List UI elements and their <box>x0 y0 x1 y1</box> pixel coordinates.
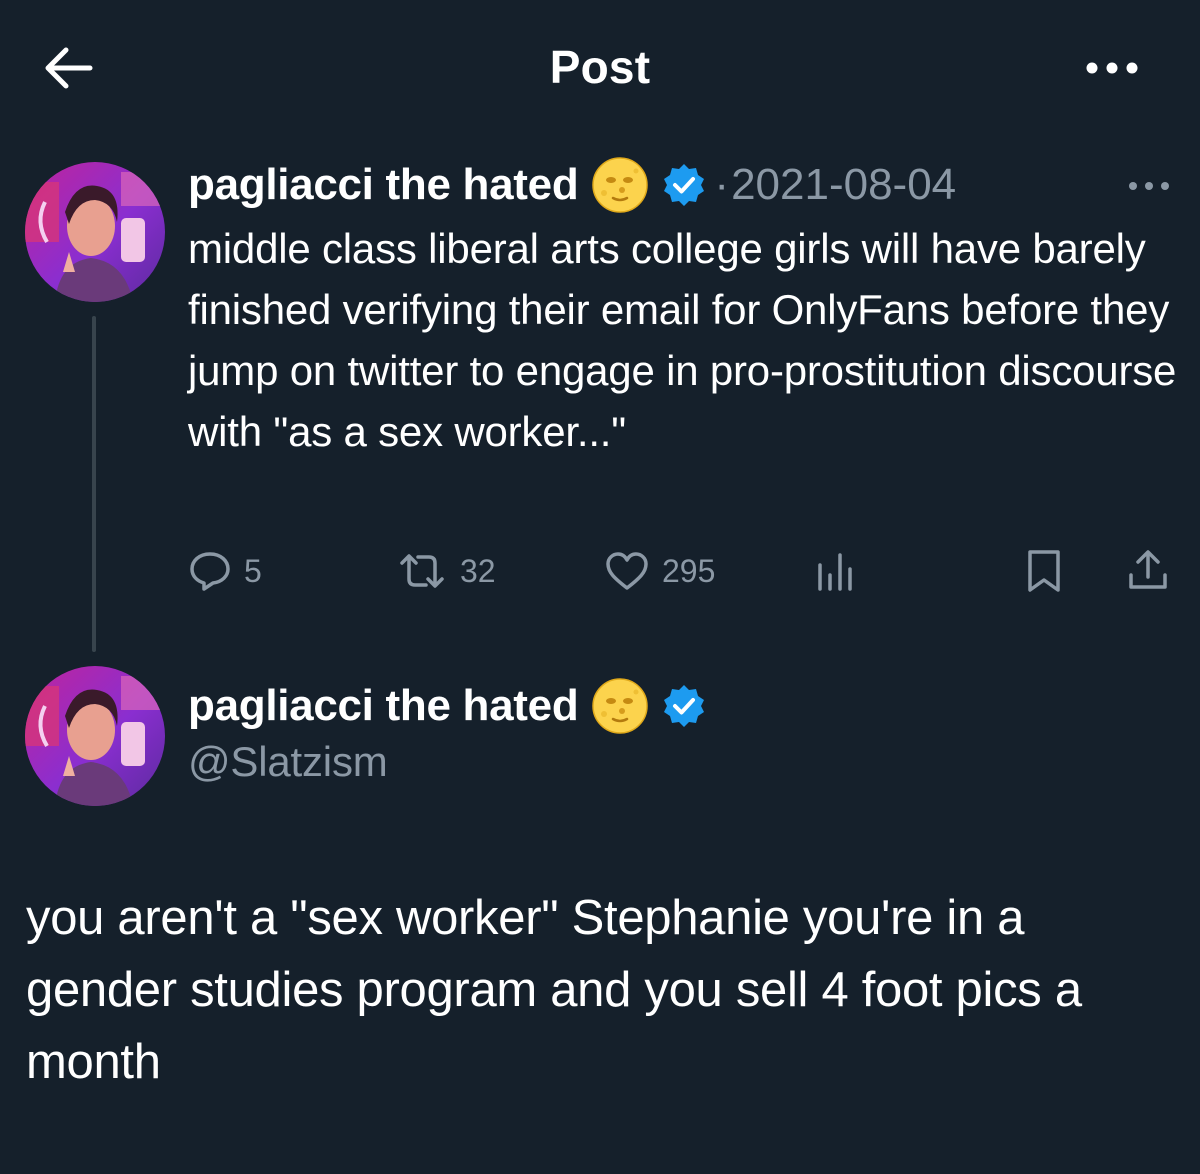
quoted-tweet-header: pagliacci the hated · 2021-08-04 <box>188 157 956 213</box>
thread-line <box>92 316 96 652</box>
bookmark-icon <box>1028 550 1060 592</box>
like-button[interactable]: 295 <box>604 545 715 597</box>
more-horizontal-icon <box>1129 182 1169 190</box>
bookmark-button[interactable] <box>1022 545 1066 597</box>
reply-icon <box>190 552 230 591</box>
full-moon-face-icon <box>592 157 649 213</box>
more-options-button[interactable] <box>1082 48 1142 88</box>
share-button[interactable] <box>1126 545 1170 597</box>
full-moon-face-icon <box>592 678 649 734</box>
reply-count: 5 <box>244 552 262 589</box>
display-name[interactable]: pagliacci the hated <box>188 160 579 210</box>
tweet-actions: 5 32 295 <box>188 545 1178 597</box>
top-bar: Post <box>0 0 1200 135</box>
share-icon <box>1129 550 1167 589</box>
user-handle[interactable]: @Slatzism <box>188 738 388 786</box>
repost-icon <box>400 554 444 588</box>
like-count: 295 <box>662 552 716 589</box>
tweet-more-button[interactable] <box>1126 176 1172 196</box>
main-tweet-header: pagliacci the hated <box>188 678 706 734</box>
analytics-icon <box>818 553 852 591</box>
verified-badge-icon <box>664 164 705 206</box>
avatar-photo <box>25 162 165 302</box>
heart-icon <box>606 552 648 590</box>
repost-button[interactable]: 32 <box>396 545 496 597</box>
display-name[interactable]: pagliacci the hated <box>188 681 579 731</box>
avatar[interactable] <box>25 162 165 302</box>
reply-button[interactable]: 5 <box>188 545 262 597</box>
views-button[interactable] <box>814 545 858 597</box>
repost-count: 32 <box>460 552 496 589</box>
verified-badge-icon <box>664 685 705 727</box>
page-title: Post <box>549 41 651 93</box>
more-horizontal-icon <box>1086 62 1138 74</box>
main-tweet-text: you aren't a "sex worker" Stephanie you'… <box>26 891 1082 1089</box>
quoted-tweet-text: middle class liberal arts college girls … <box>188 225 1177 455</box>
separator-dot: · <box>714 160 730 209</box>
avatar[interactable] <box>25 666 165 806</box>
tweet-date[interactable]: 2021-08-04 <box>731 160 956 210</box>
avatar-photo <box>25 666 165 806</box>
